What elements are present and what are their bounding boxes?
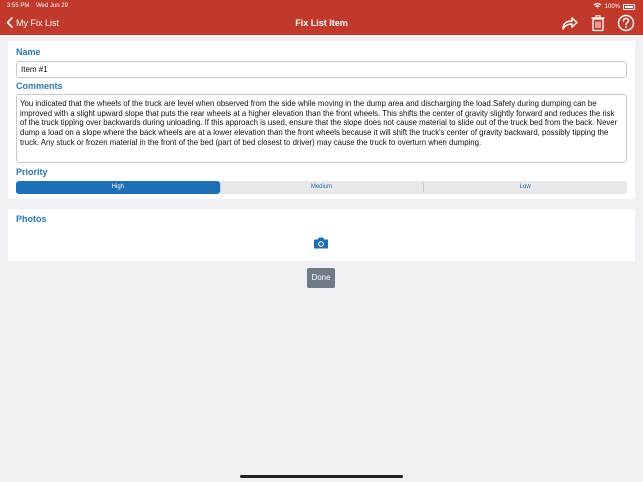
- camera-icon: [314, 237, 328, 249]
- page-title: Fix List Item: [295, 18, 348, 28]
- comments-textarea[interactable]: You indicated that the wheels of the tru…: [16, 94, 627, 163]
- share-icon: [562, 17, 578, 30]
- battery-percent: 100%: [604, 3, 620, 10]
- priority-high[interactable]: High: [16, 181, 220, 194]
- photos-label: Photos: [16, 214, 47, 224]
- name-input[interactable]: Item #1: [16, 61, 627, 78]
- delete-button[interactable]: [589, 14, 607, 32]
- priority-segmented-control: High Medium Low: [16, 181, 627, 194]
- status-date: Wed Jun 29: [36, 3, 68, 9]
- status-right: 100%: [593, 2, 635, 11]
- nav-bar: My Fix List Fix List Item: [0, 12, 643, 35]
- details-card: Name Item #1 Comments You indicated that…: [8, 41, 635, 199]
- priority-label: Priority: [16, 167, 48, 177]
- help-icon: [617, 14, 635, 32]
- name-label: Name: [16, 47, 41, 57]
- trash-icon: [591, 15, 605, 32]
- nav-actions: [561, 14, 635, 32]
- status-time: 3:55 PM: [7, 3, 30, 9]
- home-indicator: [240, 475, 403, 478]
- priority-medium[interactable]: Medium: [219, 181, 424, 194]
- photos-card: Photos: [8, 209, 635, 261]
- add-photo-button[interactable]: [313, 236, 329, 250]
- share-button[interactable]: [561, 14, 579, 32]
- wifi-icon: [593, 2, 602, 11]
- comments-label: Comments: [16, 81, 63, 91]
- priority-low[interactable]: Low: [423, 181, 627, 194]
- status-bar: 3:55 PM Wed Jun 29 100%: [0, 0, 643, 12]
- done-button[interactable]: Done: [307, 268, 335, 288]
- battery-icon: [623, 3, 635, 10]
- help-button[interactable]: [617, 14, 635, 32]
